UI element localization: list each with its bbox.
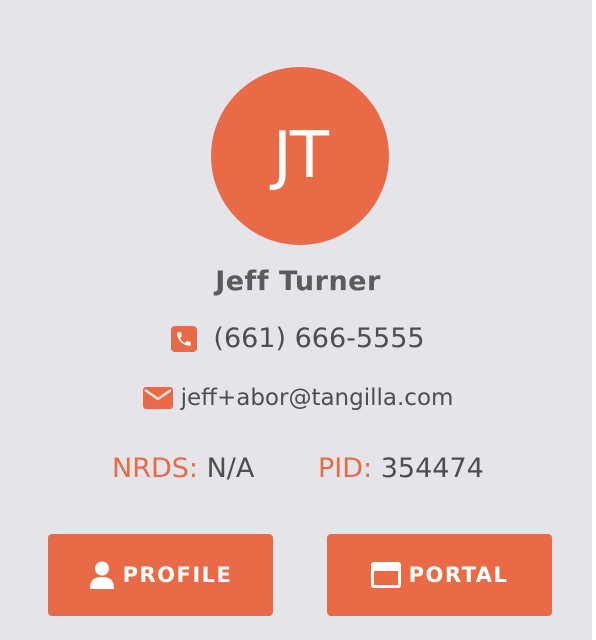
phone-number[interactable]: (661) 666-5555 [213,323,424,354]
agent-name: Jeff Turner [215,266,381,297]
credit-card-icon [370,562,401,588]
ids-row: NRDS: N/A PID: 354474 [112,453,512,487]
email-row: jeff+abor@tangilla.com [0,385,596,411]
avatar: JT [211,67,389,245]
email-address[interactable]: jeff+abor@tangilla.com [181,385,454,411]
nrds-value: N/A [206,453,255,484]
phone-icon [171,325,198,352]
profile-button[interactable]: PROFILE [48,534,273,616]
user-icon [89,561,115,589]
phone-row: (661) 666-5555 [0,323,596,354]
pid-field: PID: 354474 [318,453,484,484]
portal-button-label: PORTAL [408,563,509,587]
portal-button[interactable]: PORTAL [327,534,552,616]
nrds-field: NRDS: N/A [112,453,254,484]
agent-card: JT Jeff Turner (661) 666-5555 jeff+abor@… [0,0,596,640]
pid-value: 354474 [380,453,484,484]
avatar-initials: JT [273,119,329,193]
nrds-label: NRDS: [112,453,198,484]
panel-edge [592,0,596,640]
pid-label: PID: [318,453,373,484]
envelope-icon [142,387,173,409]
profile-button-label: PROFILE [122,563,233,587]
